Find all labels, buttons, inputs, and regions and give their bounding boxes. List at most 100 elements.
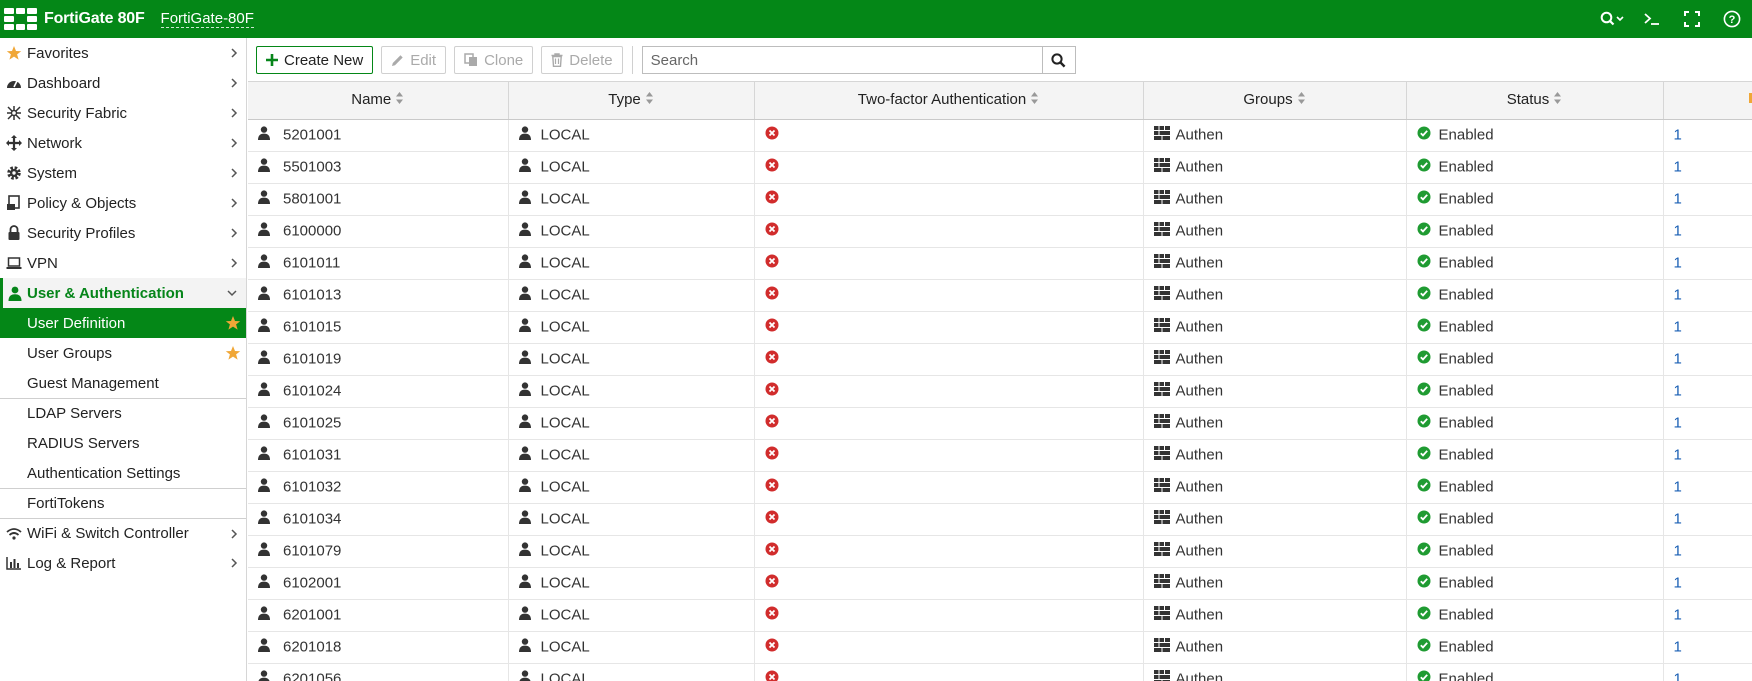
sidebar-item-security-fabric[interactable]: Security Fabric (0, 98, 246, 128)
cell-ref[interactable]: 1 (1663, 663, 1752, 681)
cell-groups: Authen (1143, 343, 1407, 376)
cli-console-icon[interactable] (1632, 0, 1672, 38)
cell-ref[interactable]: 1 (1663, 503, 1752, 536)
sidebar-subitem-ldap-servers[interactable]: LDAP Servers (0, 398, 246, 428)
table-row[interactable]: 6101034 LOCAL Authen Enabled 1 (248, 503, 1752, 536)
cell-ref[interactable]: 1 (1663, 215, 1752, 248)
network-icon (0, 135, 27, 151)
table-row[interactable]: 6101031 LOCAL Authen Enabled 1 (248, 439, 1752, 472)
ref-count-link[interactable]: 1 (1674, 511, 1682, 528)
cell-ref[interactable]: 1 (1663, 439, 1752, 472)
fullscreen-icon[interactable] (1672, 0, 1712, 38)
delete-button[interactable]: Delete (541, 46, 623, 74)
ref-count-link[interactable]: 1 (1674, 223, 1682, 240)
sidebar-item-wifi-switch-controller[interactable]: WiFi & Switch Controller (0, 518, 246, 548)
ref-count-link[interactable]: 1 (1674, 383, 1682, 400)
column-header-name[interactable]: Name (248, 82, 509, 120)
cell-ref[interactable]: 1 (1663, 631, 1752, 664)
table-row[interactable]: 6101015 LOCAL Authen Enabled 1 (248, 311, 1752, 344)
cell-ref[interactable]: 1 (1663, 343, 1752, 376)
sidebar-subitem-authentication-settings[interactable]: Authentication Settings (0, 458, 246, 488)
sidebar-item-policy-objects[interactable]: Policy & Objects (0, 188, 246, 218)
sidebar-item-vpn[interactable]: VPN (0, 248, 246, 278)
column-header-status[interactable]: Status (1406, 82, 1664, 120)
ref-count-link[interactable]: 1 (1674, 447, 1682, 464)
sidebar-item-system[interactable]: System (0, 158, 246, 188)
table-row[interactable]: 5201001 LOCAL Authen Enabled 1 (248, 119, 1752, 152)
table-row[interactable]: 6201056 LOCAL Authen Enabled 1 (248, 663, 1752, 681)
help-icon[interactable]: ? (1712, 0, 1752, 38)
table-row[interactable]: 6100000 LOCAL Authen Enabled 1 (248, 215, 1752, 248)
cell-ref[interactable]: 1 (1663, 375, 1752, 408)
ref-count-link[interactable]: 1 (1674, 575, 1682, 592)
table-row[interactable]: 6101079 LOCAL Authen Enabled 1 (248, 535, 1752, 568)
table-row[interactable]: 6101025 LOCAL Authen Enabled 1 (248, 407, 1752, 440)
ref-count-link[interactable]: 1 (1674, 127, 1682, 144)
table-row[interactable]: 6201001 LOCAL Authen Enabled 1 (248, 599, 1752, 632)
sidebar-item-network[interactable]: Network (0, 128, 246, 158)
ref-count-link[interactable]: 1 (1674, 159, 1682, 176)
cell-ref[interactable]: 1 (1663, 471, 1752, 504)
sidebar-subitem-user-definition[interactable]: User Definition (0, 308, 246, 338)
cell-ref[interactable]: 1 (1663, 535, 1752, 568)
table-row[interactable]: 6101011 LOCAL Authen Enabled 1 (248, 247, 1752, 280)
cell-ref[interactable]: 1 (1663, 567, 1752, 600)
ref-count-link[interactable]: 1 (1674, 543, 1682, 560)
table-row[interactable]: 6102001 LOCAL Authen Enabled 1 (248, 567, 1752, 600)
ref-count-link[interactable]: 1 (1674, 319, 1682, 336)
status-text: Enabled (1438, 190, 1494, 208)
cell-ref[interactable]: 1 (1663, 599, 1752, 632)
ref-count-link[interactable]: 1 (1674, 287, 1682, 304)
sidebar-item-favorites[interactable]: Favorites (0, 38, 246, 68)
sidebar: Favorites Dashboard Security Fabric Netw… (0, 38, 247, 681)
group-icon (1153, 670, 1172, 681)
clone-button[interactable]: Clone (454, 46, 534, 74)
sidebar-item-security-profiles[interactable]: Security Profiles (0, 218, 246, 248)
ref-count-link[interactable]: 1 (1674, 191, 1682, 208)
search-icon[interactable] (1592, 0, 1632, 38)
ref-count-link[interactable]: 1 (1674, 671, 1682, 681)
table-row[interactable]: 6101013 LOCAL Authen Enabled 1 (248, 279, 1752, 312)
favorite-star-icon[interactable] (225, 338, 241, 368)
cell-ref[interactable]: 1 (1663, 247, 1752, 280)
edit-button[interactable]: Edit (381, 46, 447, 74)
search-input[interactable] (641, 46, 1043, 74)
fortinet-logo[interactable]: FortiGate 80F (4, 8, 145, 30)
ref-count-link[interactable]: 1 (1674, 607, 1682, 624)
sidebar-item-dashboard[interactable]: Dashboard (0, 68, 246, 98)
user-type: LOCAL (540, 542, 590, 560)
cell-ref[interactable]: 1 (1663, 151, 1752, 184)
ref-count-link[interactable]: 1 (1674, 351, 1682, 368)
create-new-button[interactable]: Create New (256, 46, 374, 74)
hostname-link[interactable]: FortiGate-80F (160, 10, 254, 28)
cell-type: LOCAL (508, 279, 755, 312)
cell-ref[interactable]: 1 (1663, 183, 1752, 216)
ref-count-link[interactable]: 1 (1674, 479, 1682, 496)
column-header-type[interactable]: Type (508, 82, 755, 120)
sidebar-subitem-fortitokens[interactable]: FortiTokens (0, 488, 246, 518)
sidebar-subitem-user-groups[interactable]: User Groups (0, 338, 246, 368)
sidebar-item-log-report[interactable]: Log & Report (0, 548, 246, 578)
table-row[interactable]: 6101024 LOCAL Authen Enabled 1 (248, 375, 1752, 408)
table-row[interactable]: 5501003 LOCAL Authen Enabled 1 (248, 151, 1752, 184)
table-row[interactable]: 5801001 LOCAL Authen Enabled 1 (248, 183, 1752, 216)
table-row[interactable]: 6101019 LOCAL Authen Enabled 1 (248, 343, 1752, 376)
ref-count-link[interactable]: 1 (1674, 639, 1682, 656)
sidebar-item-user-authentication[interactable]: User & Authentication (0, 278, 246, 308)
search-button[interactable] (1042, 46, 1076, 74)
cell-ref[interactable]: 1 (1663, 311, 1752, 344)
cell-ref[interactable]: 1 (1663, 119, 1752, 152)
cell-ref[interactable]: 1 (1663, 279, 1752, 312)
favorite-star-icon[interactable] (225, 308, 241, 338)
ref-count-link[interactable]: 1 (1674, 415, 1682, 432)
column-header-groups[interactable]: Groups (1143, 82, 1407, 120)
user-icon (518, 446, 537, 464)
table-row[interactable]: 6201018 LOCAL Authen Enabled 1 (248, 631, 1752, 664)
table-row[interactable]: 6101032 LOCAL Authen Enabled 1 (248, 471, 1752, 504)
ref-count-link[interactable]: 1 (1674, 255, 1682, 272)
sidebar-subitem-guest-management[interactable]: Guest Management (0, 368, 246, 398)
cell-ref[interactable]: 1 (1663, 407, 1752, 440)
column-header-two-factor[interactable]: Two-factor Authentication (754, 82, 1144, 120)
column-header-ref[interactable] (1663, 82, 1752, 120)
sidebar-subitem-radius-servers[interactable]: RADIUS Servers (0, 428, 246, 458)
